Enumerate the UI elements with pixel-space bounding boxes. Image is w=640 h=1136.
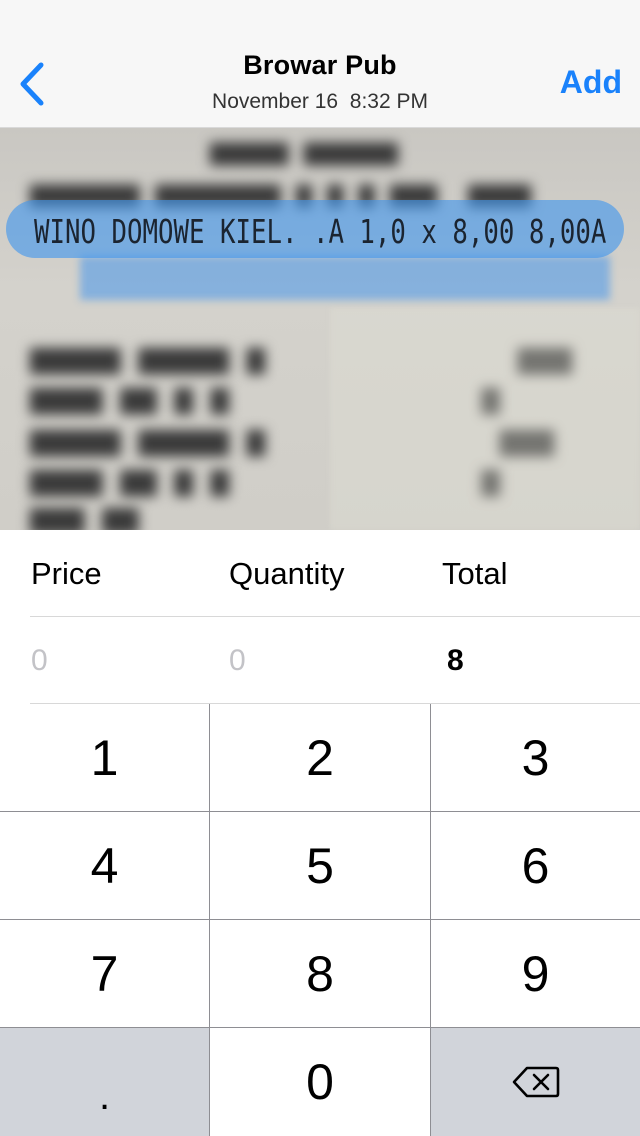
highlighted-line-text: WINO DOMOWE KIEL. .A 1,0 x 8,00 bbox=[34, 212, 515, 251]
delete-key[interactable] bbox=[431, 1028, 640, 1136]
receipt-blur-row: ▆▆▆▆▆ ▆▆▆▆▆▆ bbox=[210, 136, 398, 166]
key-4[interactable]: 4 bbox=[0, 812, 209, 919]
navigation-bar: Browar Pub November 16 8:32 PM Add bbox=[0, 0, 640, 128]
item-entry-table: Price Quantity Total 0 0 8 bbox=[0, 530, 640, 704]
app-screen: Browar Pub November 16 8:32 PM Add ▆▆▆▆▆… bbox=[0, 0, 640, 1136]
backspace-icon bbox=[512, 1066, 559, 1098]
key-decimal[interactable]: . bbox=[0, 1028, 209, 1136]
add-button[interactable]: Add bbox=[560, 64, 622, 101]
page-title: Browar Pub bbox=[243, 50, 397, 80]
total-field[interactable]: 8 bbox=[447, 644, 464, 678]
highlighted-line-amount: 8,00A bbox=[528, 212, 606, 251]
back-button[interactable] bbox=[10, 54, 54, 114]
key-8[interactable]: 8 bbox=[210, 920, 430, 1027]
decimal-point: . bbox=[98, 1073, 111, 1118]
key-6[interactable]: 6 bbox=[431, 812, 640, 919]
price-label: Price bbox=[31, 556, 102, 591]
receipt-image[interactable]: ▆▆▆▆▆ ▆▆▆▆▆▆ ▆▆▆▆▆▆▆ ▆▆▆▆▆▆▆▆ ▆ ▆ ▆ ▆▆▆ … bbox=[0, 128, 640, 530]
date-time-subtitle: November 16 8:32 PM bbox=[212, 90, 428, 113]
total-label: Total bbox=[442, 556, 508, 591]
key-0[interactable]: 0 bbox=[210, 1028, 430, 1136]
key-2[interactable]: 2 bbox=[210, 704, 430, 811]
secondary-highlight bbox=[80, 256, 610, 300]
receipt-column-shade bbox=[330, 308, 640, 530]
divider bbox=[30, 616, 640, 617]
receipt-blur-row: ▆▆▆ ▆▆ bbox=[30, 500, 139, 530]
chevron-left-icon bbox=[20, 62, 44, 106]
key-1[interactable]: 1 bbox=[0, 704, 209, 811]
price-field[interactable]: 0 bbox=[31, 644, 48, 678]
quantity-field[interactable]: 0 bbox=[229, 644, 246, 678]
key-3[interactable]: 3 bbox=[431, 704, 640, 811]
entry-header: Price Quantity Total bbox=[0, 530, 640, 616]
key-5[interactable]: 5 bbox=[210, 812, 430, 919]
quantity-label: Quantity bbox=[229, 556, 345, 591]
key-9[interactable]: 9 bbox=[431, 920, 640, 1027]
numeric-keypad: 1 2 3 4 5 6 7 8 9 . 0 bbox=[0, 704, 640, 1136]
key-7[interactable]: 7 bbox=[0, 920, 209, 1027]
